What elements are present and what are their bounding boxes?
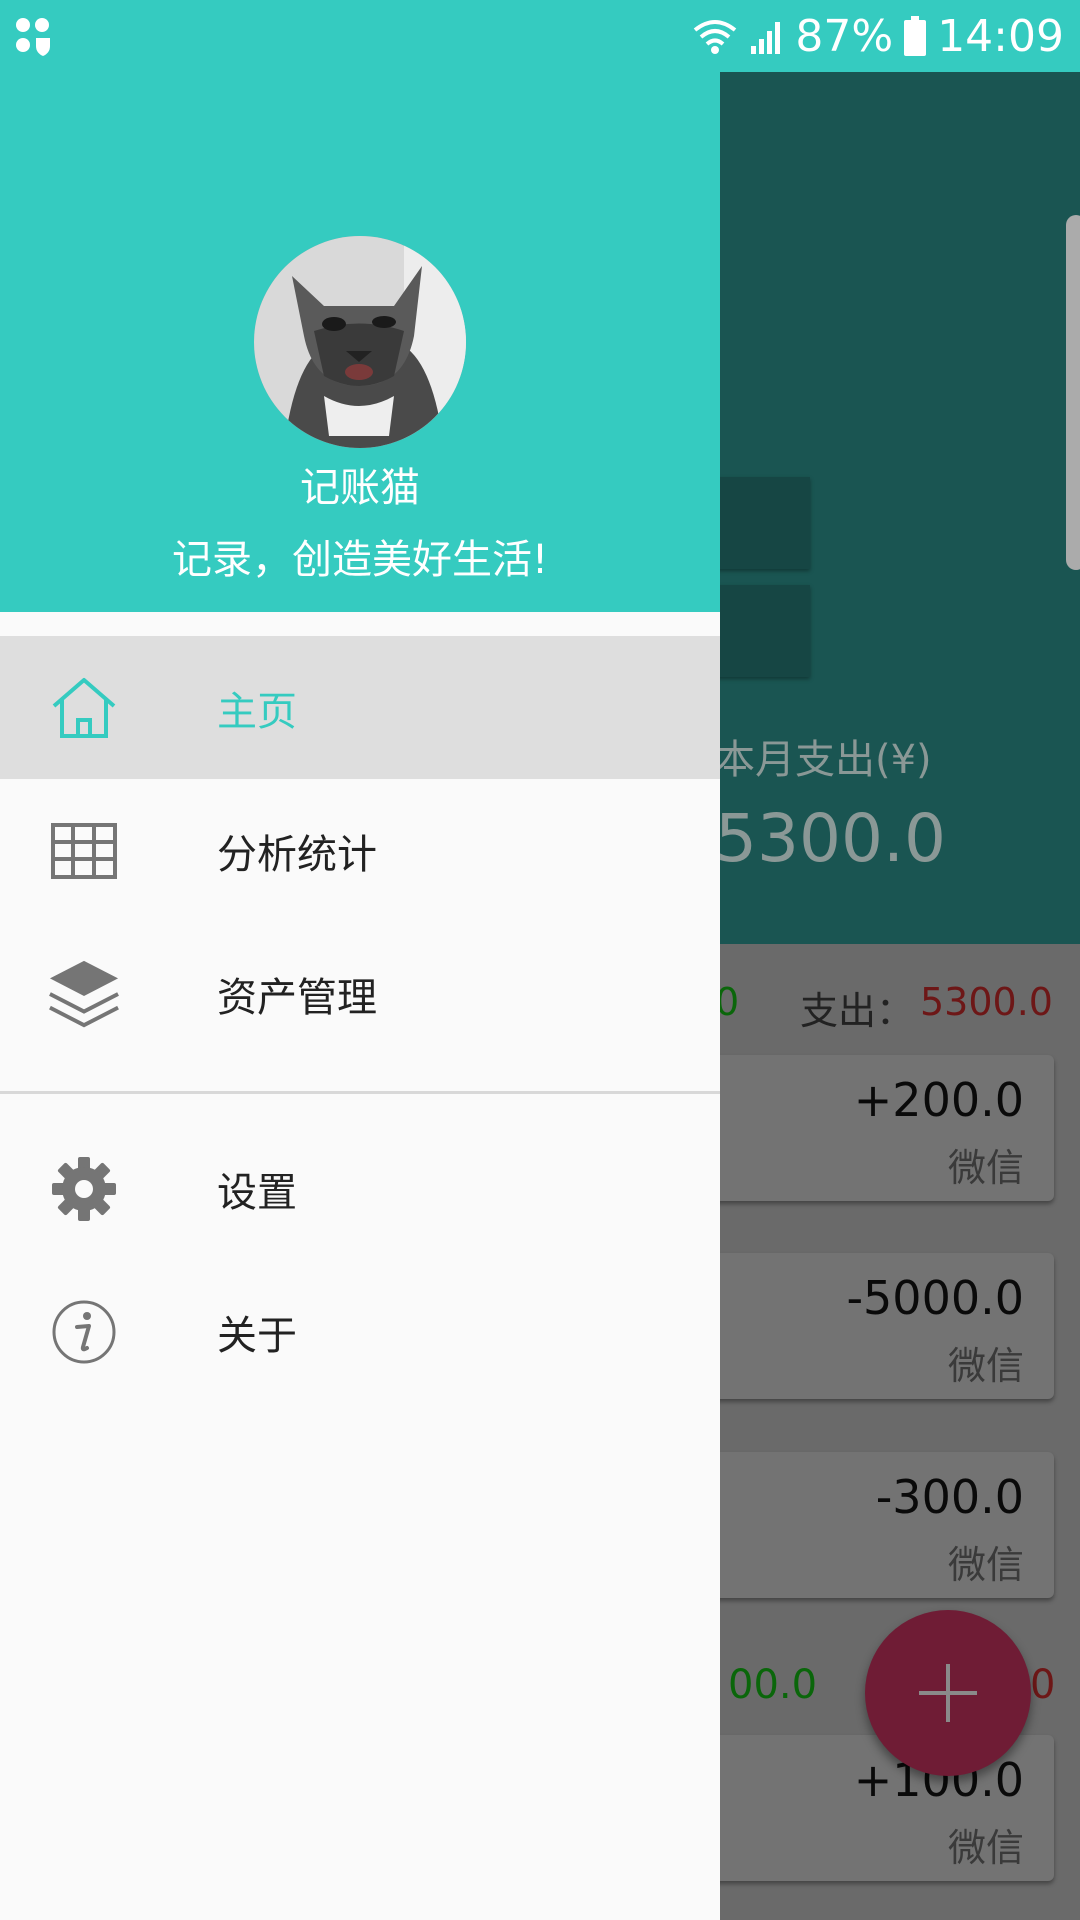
drawer-header: 记账猫 记录，创造美好生活! [0,72,720,612]
home-icon [48,672,120,744]
record-card: -300.0 微信 [690,1452,1054,1598]
record-source: 微信 [947,1344,1024,1388]
menu-item-home[interactable]: 主页 [0,636,720,779]
clock: 14:09 [937,10,1064,62]
record-source: 微信 [947,1543,1024,1587]
cat-avatar-icon [254,236,466,448]
signal-icon [751,22,781,54]
menu-item-settings[interactable]: 设置 [0,1117,720,1260]
avatar[interactable] [254,236,466,448]
navigation-drawer: 记账猫 记录，创造美好生活! 主页 分析统计 资产管理 设置 关于 [0,72,720,1920]
menu-item-label: 主页 [217,688,297,735]
wifi-icon [694,20,737,54]
info-icon [48,1296,120,1368]
month-expense-value: 5300.0 [715,800,946,877]
record-amount: +200.0 [853,1073,1024,1127]
record-card: -5000.0 微信 [690,1253,1054,1399]
menu-item-label: 分析统计 [217,831,377,878]
screen: 本月支出(¥) 5300.0 0 支出： 5300.0 +200.0 微信 -5… [0,0,1080,1920]
record-source: 微信 [947,1146,1024,1190]
menu-divider [0,1091,720,1094]
status-icons: 87% 14:09 [691,0,1064,72]
scroll-handle [1066,215,1080,570]
app-name: 记账猫 [300,465,420,511]
record-source: 微信 [947,1826,1024,1870]
summary-expense-value: 5300.0 [920,980,1053,1024]
menu-item-assets[interactable]: 资产管理 [0,922,720,1065]
menu-item-about[interactable]: 关于 [0,1260,720,1403]
daily-expense: 0 [1030,1662,1056,1708]
record-amount: -300.0 [875,1470,1024,1524]
add-record-button [865,1610,1031,1776]
menu-item-statistics[interactable]: 分析统计 [0,779,720,922]
menu-item-label: 设置 [217,1169,297,1216]
grid-table-icon [48,815,120,887]
record-card: +200.0 微信 [690,1055,1054,1201]
record-amount: -5000.0 [846,1271,1024,1325]
app-slogan: 记录，创造美好生活! [171,537,549,583]
status-bar: 87% 14:09 [0,0,1080,72]
plus-icon [919,1664,977,1722]
month-expense-label: 本月支出(¥) [715,737,932,783]
layers-icon [48,958,120,1030]
battery-icon [904,16,927,56]
notification-dots-icon [16,18,50,56]
menu-item-label: 关于 [217,1312,297,1359]
daily-income: 00.0 [728,1662,818,1708]
gear-icon [48,1153,120,1225]
menu-item-label: 资产管理 [217,974,377,1021]
summary-expense-label: 支出： [800,989,915,1033]
battery-percent: 87% [795,10,894,62]
